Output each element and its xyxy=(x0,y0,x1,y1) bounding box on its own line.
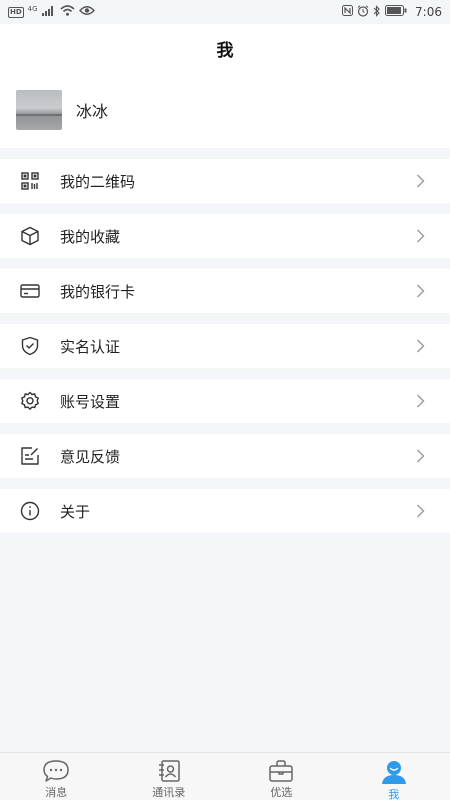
tab-featured[interactable]: 优选 xyxy=(225,753,338,800)
box-icon xyxy=(20,226,40,246)
tab-messages[interactable]: 消息 xyxy=(0,753,113,800)
menu-label: 实名认证 xyxy=(60,337,121,356)
status-time: 7:06 xyxy=(415,5,442,19)
gear-icon xyxy=(20,391,40,411)
page-header: 我 xyxy=(0,24,450,72)
contacts-icon xyxy=(156,759,182,783)
tab-me[interactable]: 我 xyxy=(338,753,450,800)
menu-item-account-settings[interactable]: 账号设置 xyxy=(0,379,450,423)
menu-item-favorites[interactable]: 我的收藏 xyxy=(0,214,450,258)
menu-label: 我的收藏 xyxy=(60,227,121,246)
tab-contacts[interactable]: 通讯录 xyxy=(113,753,226,800)
status-bar: HD 4G 7:06 xyxy=(0,0,450,24)
alarm-icon xyxy=(357,4,369,20)
menu-label: 我的银行卡 xyxy=(60,282,136,301)
avatar[interactable] xyxy=(16,90,62,130)
wifi-icon xyxy=(60,5,75,19)
tab-label: 优选 xyxy=(270,786,293,799)
info-icon xyxy=(20,501,40,521)
profile-card[interactable]: 冰冰 xyxy=(0,72,450,148)
signal-icon xyxy=(41,5,56,19)
eye-icon xyxy=(78,5,95,19)
chat-bubble-icon xyxy=(42,759,70,783)
menu-label: 意见反馈 xyxy=(60,447,121,466)
nfc-icon xyxy=(342,5,354,19)
shopping-bag-icon xyxy=(268,759,294,783)
menu-item-about[interactable]: 关于 xyxy=(0,489,450,533)
menu-label: 关于 xyxy=(60,502,91,521)
network-type: 4G xyxy=(27,5,38,13)
bluetooth-icon xyxy=(373,4,381,20)
feedback-icon xyxy=(20,446,40,466)
menu-item-qr-code[interactable]: 我的二维码 xyxy=(0,159,450,203)
menu-item-real-name-verification[interactable]: 实名认证 xyxy=(0,324,450,368)
page-title: 我 xyxy=(216,40,234,61)
tab-label: 我 xyxy=(388,788,400,800)
menu-item-bank-card[interactable]: 我的银行卡 xyxy=(0,269,450,313)
chevron-right-icon xyxy=(408,284,432,298)
tab-label: 消息 xyxy=(45,786,68,799)
chevron-right-icon xyxy=(408,174,432,188)
chevron-right-icon xyxy=(408,504,432,518)
user-icon xyxy=(380,759,408,785)
tab-label: 通讯录 xyxy=(152,786,186,799)
qr-code-icon xyxy=(20,171,40,191)
hd-badge: HD xyxy=(8,6,24,18)
profile-name: 冰冰 xyxy=(76,102,109,121)
menu-item-feedback[interactable]: 意见反馈 xyxy=(0,434,450,478)
bottom-tab-bar: 消息 通讯录 优选 我 xyxy=(0,752,450,800)
battery-icon xyxy=(385,5,407,19)
chevron-right-icon xyxy=(408,394,432,408)
shield-check-icon xyxy=(20,336,40,356)
chevron-right-icon xyxy=(408,339,432,353)
chevron-right-icon xyxy=(408,449,432,463)
bank-card-icon xyxy=(20,281,40,301)
chevron-right-icon xyxy=(408,229,432,243)
menu-label: 我的二维码 xyxy=(60,172,136,191)
menu-label: 账号设置 xyxy=(60,392,121,411)
